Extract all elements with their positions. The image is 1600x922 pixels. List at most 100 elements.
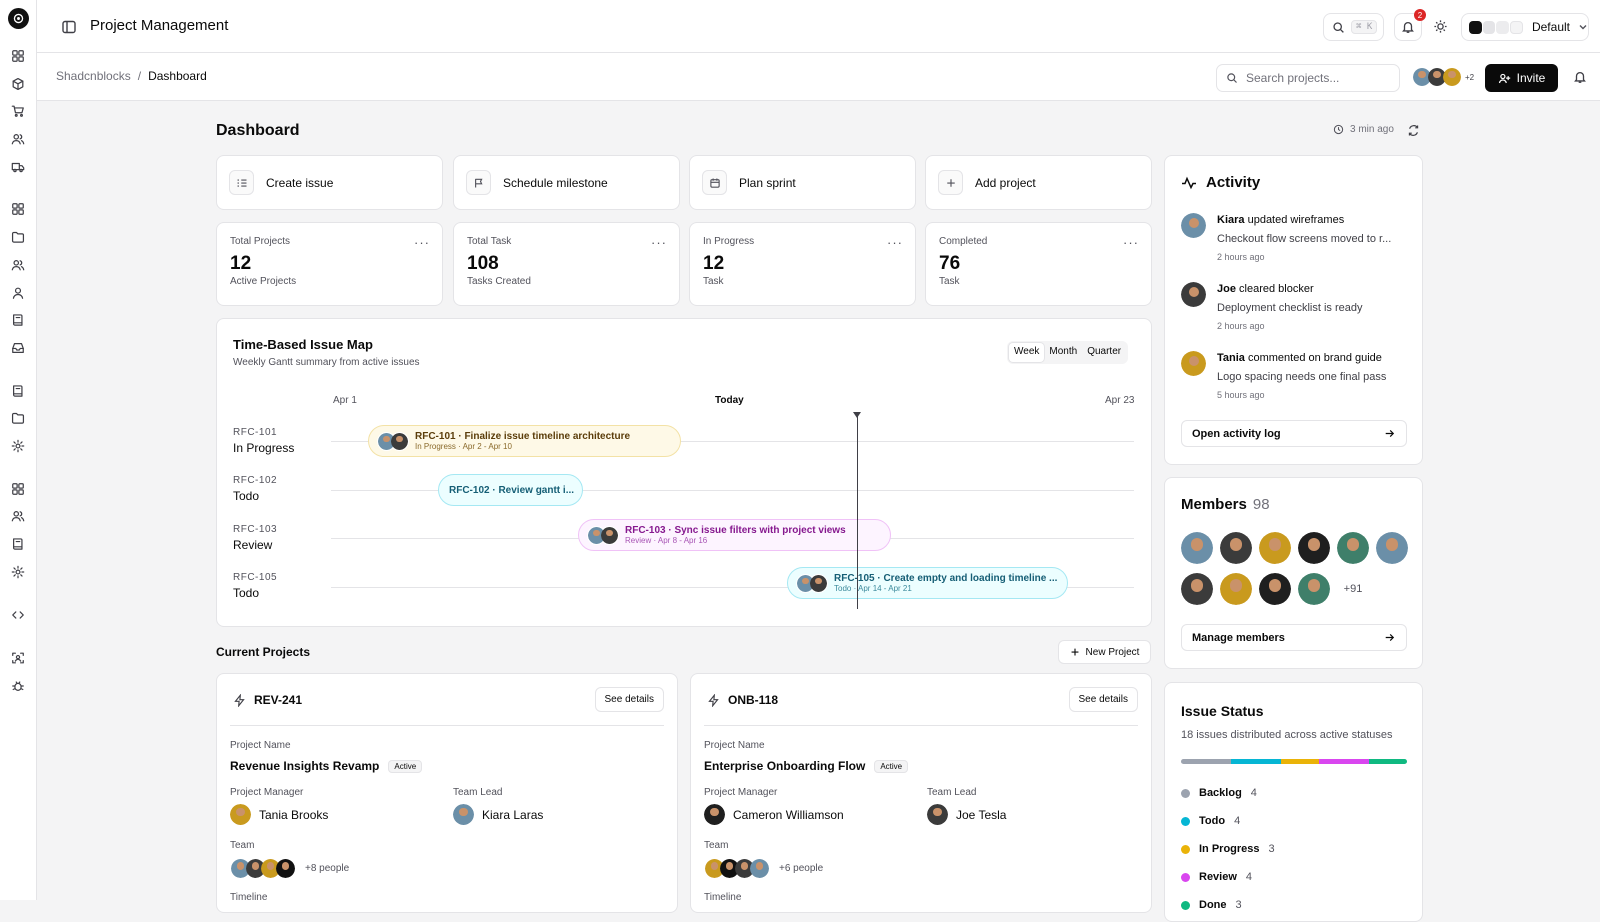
member-avatar[interactable] (1376, 532, 1408, 564)
project-name-text: Enterprise Onboarding Flow (704, 759, 866, 773)
open-activity-log-button[interactable]: Open activity log (1181, 420, 1407, 447)
scan-icon[interactable] (11, 651, 26, 666)
range-quarter[interactable]: Quarter (1082, 343, 1126, 362)
member-avatar[interactable] (1259, 573, 1291, 605)
status-row[interactable]: Done 3 (1181, 899, 1242, 911)
gantt-bar-rfc-105[interactable]: RFC-105 · Create empty and loading timel… (787, 567, 1068, 599)
avatar (275, 858, 296, 879)
project-search-input[interactable] (1246, 71, 1386, 85)
status-row[interactable]: In Progress 3 (1181, 843, 1275, 855)
status-row[interactable]: Backlog 4 (1181, 787, 1257, 799)
member-avatar[interactable] (1298, 532, 1330, 564)
member-avatar[interactable] (1220, 532, 1252, 564)
settings-icon[interactable] (11, 439, 26, 454)
breadcrumb-root[interactable]: Shadcnblocks (56, 69, 131, 83)
member-avatar[interactable] (1181, 573, 1213, 605)
issue-status-title: Issue Status (1181, 703, 1264, 719)
members-card: Members 98 +91 Manage members (1164, 477, 1423, 669)
bug-icon[interactable] (11, 679, 26, 694)
theme-select[interactable]: Default (1461, 13, 1589, 41)
truck-icon[interactable] (11, 160, 26, 175)
plan-sprint-button[interactable]: Plan sprint (689, 155, 916, 210)
users-icon[interactable] (11, 509, 26, 524)
global-search-button[interactable]: ⌘ K (1323, 13, 1384, 41)
inbox-icon[interactable] (11, 341, 26, 356)
stat-sub: Active Projects (230, 276, 297, 287)
arrow-right-icon (1384, 428, 1395, 439)
project-code-text: REV-241 (254, 693, 303, 707)
status-row[interactable]: Review 4 (1181, 871, 1252, 883)
bar-meta: In Progress · Apr 2 - Apr 10 (415, 442, 512, 451)
row-issue-status: Review (233, 538, 273, 552)
sidebar-toggle-icon[interactable] (61, 19, 77, 35)
members-more-count[interactable]: +91 (1337, 573, 1369, 605)
gantt-bar-rfc-102[interactable]: RFC-102 · Review gantt i... (438, 474, 583, 506)
activity-action: updated wireframes (1244, 214, 1345, 226)
folder-icon[interactable] (11, 411, 26, 426)
bar-title: RFC-101 · Finalize issue timeline archit… (415, 431, 631, 442)
create-issue-button[interactable]: Create issue (216, 155, 443, 210)
see-details-button[interactable]: See details (594, 687, 664, 712)
box-icon[interactable] (11, 77, 26, 92)
more-options-icon[interactable]: ··· (414, 235, 430, 250)
code-icon[interactable] (11, 608, 26, 623)
sun-icon[interactable] (1433, 19, 1448, 34)
team-avatars[interactable]: +6 people (704, 858, 823, 879)
book-icon[interactable] (11, 384, 26, 399)
bell-icon[interactable] (1573, 70, 1587, 84)
grid-icon[interactable] (11, 49, 26, 64)
team-lead-name: Joe Tesla (956, 807, 1007, 822)
member-avatar[interactable] (1220, 573, 1252, 605)
stat-label: In Progress (703, 236, 755, 247)
users-icon[interactable] (11, 132, 26, 147)
member-avatar[interactable] (1181, 532, 1213, 564)
settings-icon[interactable] (11, 565, 26, 580)
invite-button[interactable]: Invite (1485, 64, 1558, 92)
member-avatar[interactable] (1298, 573, 1330, 605)
collaborator-avatars[interactable]: +2 (1411, 66, 1474, 88)
users-icon[interactable] (11, 258, 26, 273)
activity-time: 5 hours ago (1217, 390, 1265, 400)
cart-icon[interactable] (11, 104, 26, 119)
activity-action: cleared blocker (1235, 283, 1314, 295)
search-icon (1226, 72, 1238, 84)
project-code-text: ONB-118 (728, 693, 779, 707)
see-details-button[interactable]: See details (1068, 687, 1138, 712)
member-avatar[interactable] (1259, 532, 1291, 564)
clock-icon (1333, 124, 1344, 135)
refresh-icon[interactable] (1407, 124, 1420, 137)
gantt-bar-rfc-101[interactable]: RFC-101 · Finalize issue timeline archit… (368, 425, 681, 457)
user-icon[interactable] (11, 286, 26, 301)
range-month[interactable]: Month (1044, 343, 1082, 362)
gantt-bar-rfc-103[interactable]: RFC-103 · Sync issue filters with projec… (578, 519, 891, 551)
more-options-icon[interactable]: ··· (1123, 235, 1139, 250)
project-search[interactable] (1216, 64, 1400, 92)
bar-assignees (587, 525, 619, 545)
range-week[interactable]: Week (1009, 343, 1045, 362)
schedule-milestone-button[interactable]: Schedule milestone (453, 155, 680, 210)
manage-members-button[interactable]: Manage members (1181, 624, 1407, 651)
book-icon[interactable] (11, 537, 26, 552)
member-avatar[interactable] (1337, 532, 1369, 564)
calendar-icon (702, 170, 727, 195)
grid-icon[interactable] (11, 482, 26, 497)
more-options-icon[interactable]: ··· (887, 235, 903, 250)
add-project-button[interactable]: Add project (925, 155, 1152, 210)
quick-action-label: Plan sprint (739, 175, 796, 190)
status-row[interactable]: Todo 4 (1181, 815, 1240, 827)
timeline-label: Timeline (704, 892, 742, 903)
team-avatars[interactable]: +8 people (230, 858, 349, 879)
book-icon[interactable] (11, 313, 26, 328)
more-options-icon[interactable]: ··· (651, 235, 667, 250)
row-issue-status: Todo (233, 489, 260, 503)
team-label: Team (230, 840, 255, 851)
quick-action-label: Create issue (266, 175, 334, 190)
folder-icon[interactable] (11, 230, 26, 245)
avatar-more-count: +2 (1465, 72, 1475, 82)
new-project-button[interactable]: New Project (1058, 640, 1151, 664)
team-lead: Kiara Laras (453, 804, 543, 825)
notifications-button[interactable]: 2 (1394, 9, 1426, 41)
status-bar-segment (1181, 759, 1232, 764)
grid-icon[interactable] (11, 202, 26, 217)
app-logo-icon[interactable] (8, 8, 29, 29)
